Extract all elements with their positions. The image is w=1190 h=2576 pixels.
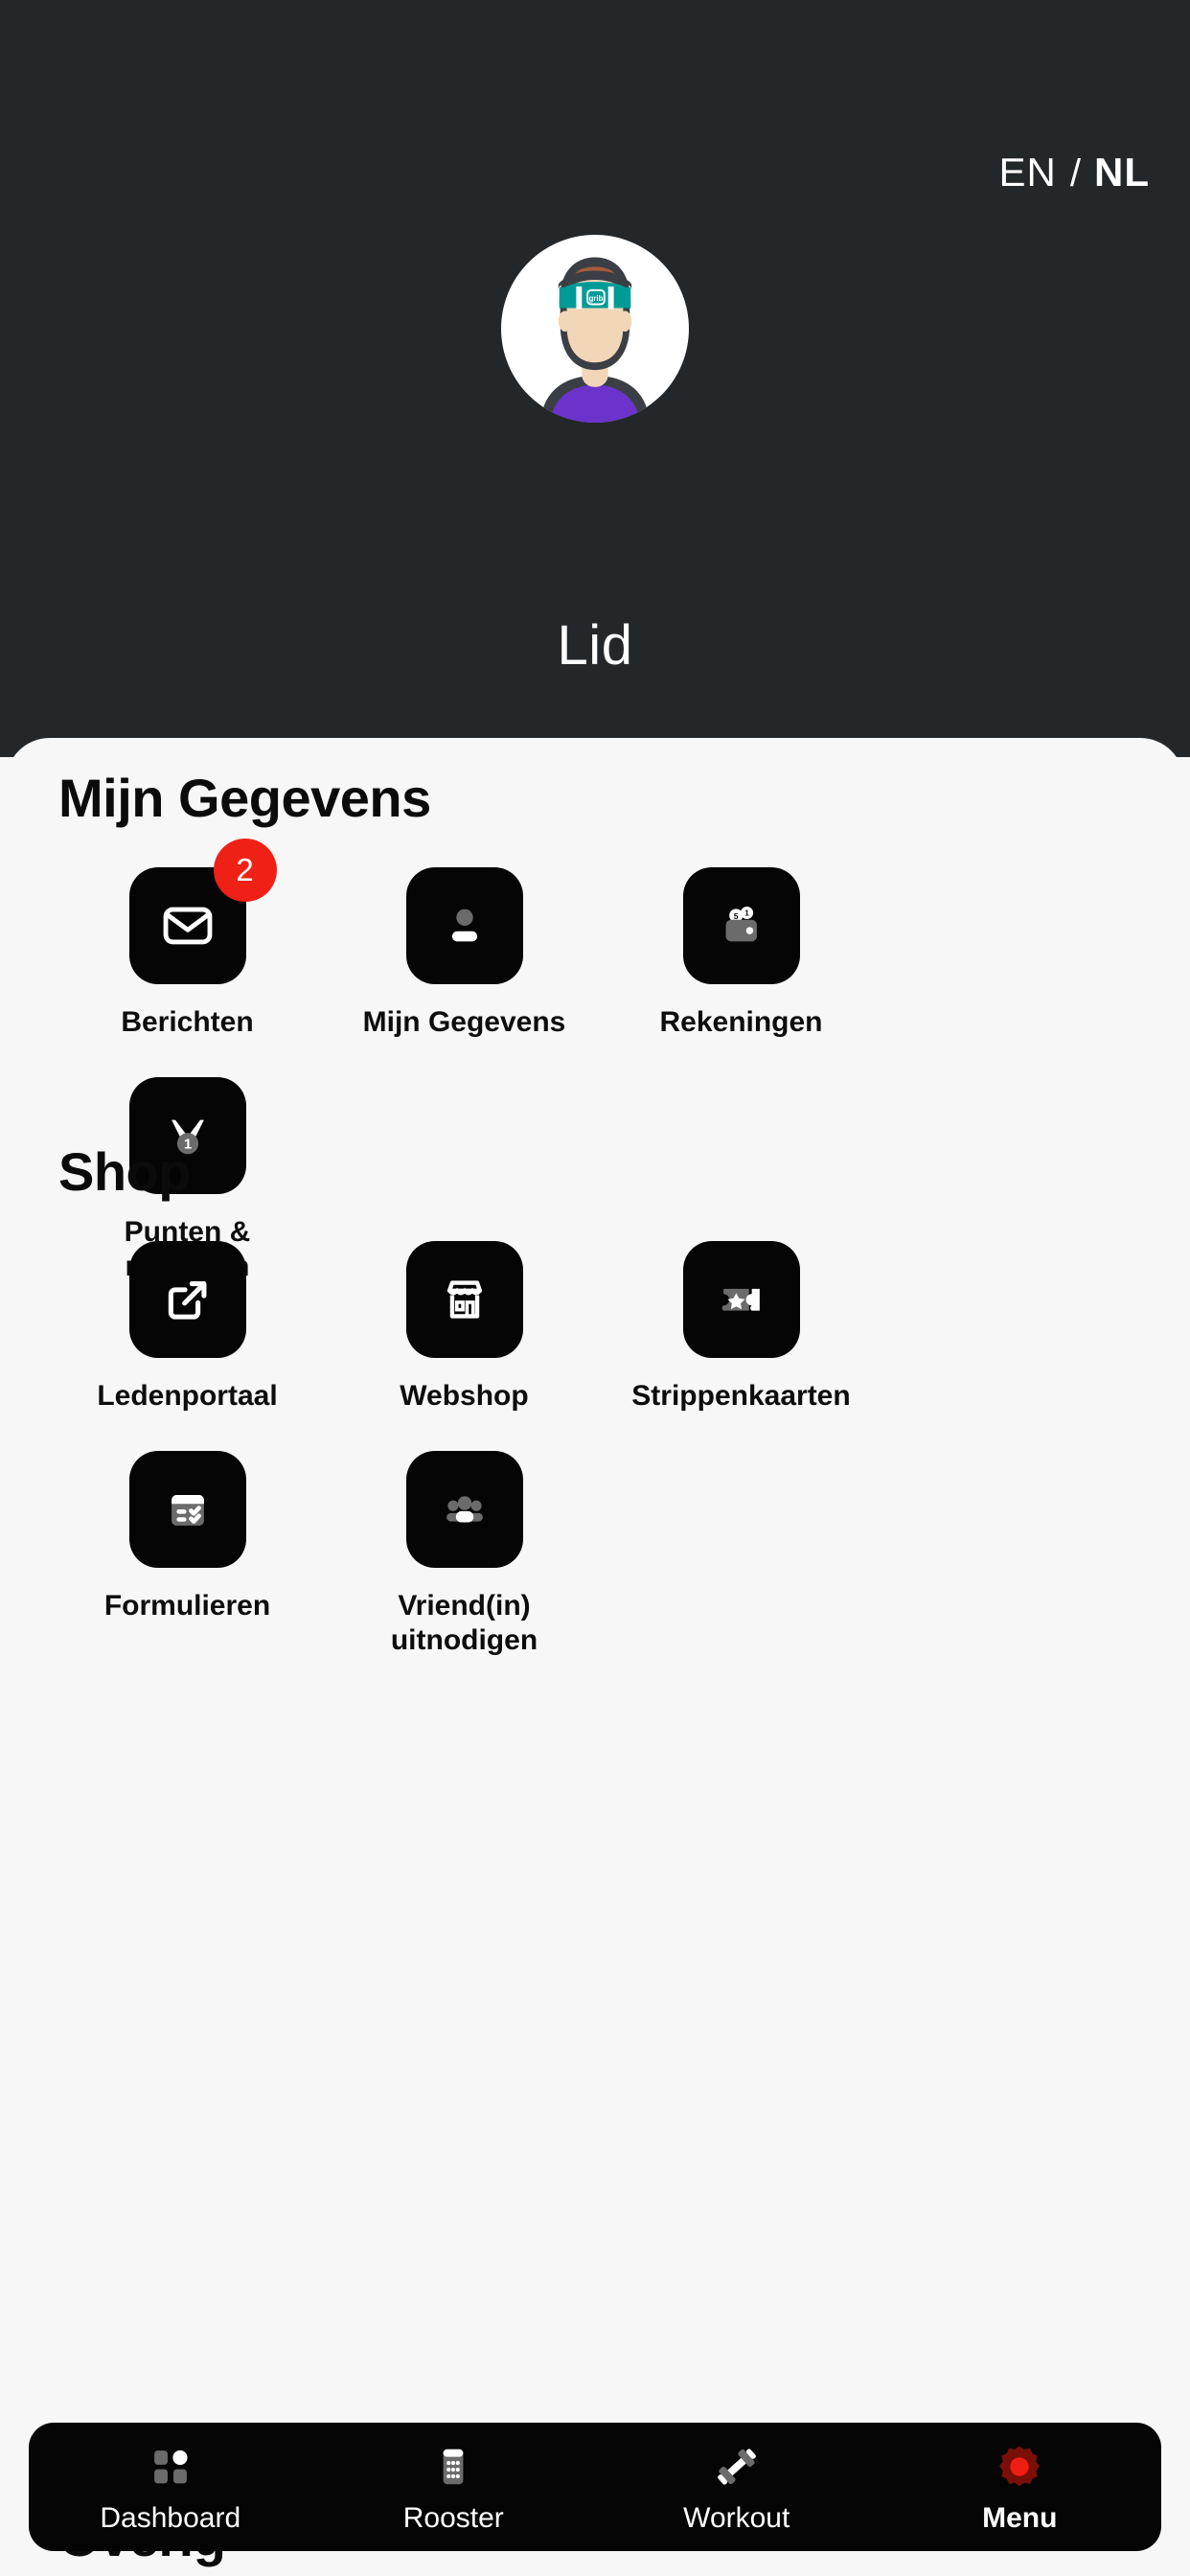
avatar[interactable]: grib [501, 235, 689, 423]
ticket-star-icon [721, 1288, 760, 1311]
svg-text:1: 1 [744, 909, 749, 918]
checklist-icon [171, 1495, 204, 1527]
tile-label-vriend-uitnodigen: Vriend(in) uitnodigen [390, 1590, 538, 1656]
formulieren-icon-box[interactable] [128, 1451, 246, 1569]
grid-squares-icon [153, 2450, 188, 2483]
tile-icon-wrap [128, 1451, 246, 1569]
profile-header: EN / NL grib Lid [0, 0, 1190, 757]
language-separator: / [1069, 152, 1081, 195]
section-title-shop: Shop [58, 1141, 191, 1202]
nav-icon-wrap [428, 2440, 478, 2494]
tile-label-formulieren: Formulieren [103, 1590, 271, 1622]
tile-icon-wrap: 5 1 [682, 867, 800, 984]
ledenportaal-icon-box[interactable] [128, 1241, 246, 1358]
nav-item-dashboard[interactable]: Dashboard [29, 2440, 312, 2535]
tile-berichten[interactable]: 2 Berichten [49, 839, 326, 1039]
language-option-en[interactable]: EN [999, 150, 1057, 196]
tile-grid-shop: Ledenportaal Webshop Strippenkaarten For… [6, 1203, 1184, 1657]
nav-label-dashboard: Dashboard [100, 2501, 241, 2534]
page-title: Lid [557, 614, 633, 677]
nav-icon-wrap [146, 2440, 195, 2494]
language-option-nl[interactable]: NL [1094, 150, 1150, 196]
person-icon [451, 908, 477, 942]
wallet-coins-icon: 5 1 [725, 906, 757, 942]
tile-vriend-uitnodigen[interactable]: Vriend(in) uitnodigen [326, 1451, 603, 1657]
app-screen: EN / NL grib Lid Mijn Gegevens 2 Bericht… [0, 0, 1190, 2576]
tile-icon-wrap [405, 1451, 523, 1569]
storefront-icon [446, 1280, 482, 1319]
nav-label-rooster: Rooster [402, 2501, 504, 2534]
external-link-icon [168, 1281, 206, 1320]
nav-item-workout[interactable]: Workout [595, 2440, 879, 2535]
tile-mijn-gegevens[interactable]: Mijn Gegevens [326, 867, 603, 1039]
svg-text:grib: grib [589, 294, 604, 303]
nav-icon-wrap [711, 2440, 763, 2494]
svg-text:5: 5 [733, 911, 738, 921]
berichten-badge: 2 [213, 839, 277, 902]
mijn-gegevens-icon-box[interactable] [405, 867, 523, 984]
tile-ledenportaal[interactable]: Ledenportaal [49, 1241, 326, 1413]
avatar-illustration: grib [540, 257, 650, 423]
tile-icon-wrap [682, 1241, 800, 1358]
rekeningen-icon-box[interactable]: 5 1 [682, 867, 800, 984]
nav-item-rooster[interactable]: Rooster [312, 2440, 596, 2535]
nav-label-menu: Menu [982, 2501, 1058, 2534]
nav-icon-wrap [994, 2440, 1045, 2494]
tile-label-strippenkaarten: Strippenkaarten [631, 1380, 851, 1412]
content-sheet: Mijn Gegevens 2 Berichten Mijn Gegevens … [6, 738, 1184, 2576]
tile-label-rekeningen: Rekeningen [659, 1006, 823, 1038]
group-people-icon [446, 1496, 483, 1523]
tile-icon-wrap [405, 1241, 523, 1358]
webshop-icon-box[interactable] [405, 1241, 523, 1358]
section-title-mijn-gegevens: Mijn Gegevens [58, 768, 431, 828]
calendar-icon [443, 2449, 464, 2484]
dumbbell-icon [717, 2448, 756, 2485]
tile-icon-wrap: 2 [128, 839, 277, 984]
tile-icon-wrap [128, 1241, 246, 1358]
nav-label-workout: Workout [683, 2501, 790, 2534]
tile-label-mijn-gegevens: Mijn Gegevens [362, 1006, 566, 1038]
tile-label-webshop: Webshop [400, 1380, 529, 1412]
bottom-navigation: Dashboard Rooster Workout Menu [29, 2423, 1161, 2551]
language-toggle[interactable]: EN / NL [999, 150, 1150, 196]
gear-icon [999, 2445, 1041, 2486]
vriend-uitnodigen-icon-box[interactable] [405, 1451, 523, 1569]
tile-webshop[interactable]: Webshop [326, 1241, 603, 1413]
tile-label-ledenportaal: Ledenportaal [97, 1380, 278, 1412]
tile-strippenkaarten[interactable]: Strippenkaarten [603, 1241, 880, 1413]
tile-formulieren[interactable]: Formulieren [49, 1451, 326, 1657]
envelope-icon [163, 907, 212, 945]
nav-item-menu[interactable]: Menu [879, 2440, 1162, 2535]
tile-icon-wrap [405, 867, 523, 984]
tile-rekeningen[interactable]: 5 1 Rekeningen [603, 867, 880, 1039]
tile-label-berichten: Berichten [121, 1006, 254, 1038]
strippenkaarten-icon-box[interactable] [682, 1241, 800, 1358]
section-shop: Shop Ledenportaal Webshop Strippenkaarte… [6, 1140, 1184, 1657]
